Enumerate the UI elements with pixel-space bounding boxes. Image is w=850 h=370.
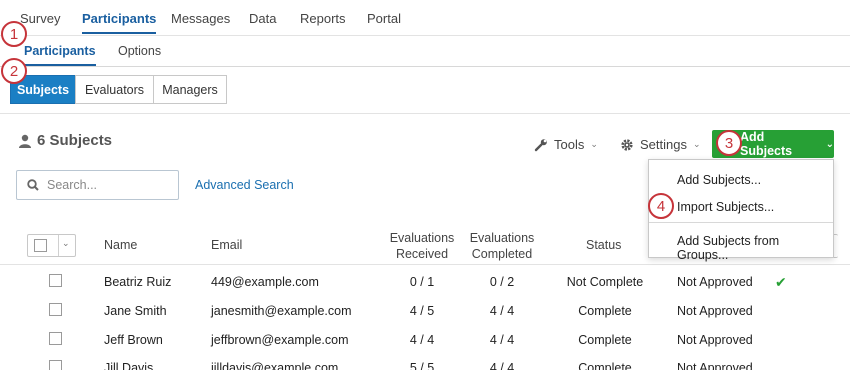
row-name[interactable]: Beatriz Ruiz [104, 275, 171, 289]
row-name[interactable]: Jane Smith [104, 304, 167, 318]
divider [0, 264, 850, 265]
row-approval: Not Approved [677, 361, 753, 370]
callout-1: 1 [1, 21, 27, 47]
callout-3: 3 [716, 130, 742, 156]
row-evaluations-completed: 4 / 4 [489, 333, 515, 347]
nav-portal[interactable]: Portal [367, 11, 401, 26]
select-all-checkbox[interactable] [34, 239, 47, 252]
add-subjects-menu: Add Subjects... Import Subjects... Add S… [648, 159, 834, 262]
row-email: 449@example.com [211, 275, 319, 289]
tools-label: Tools [554, 137, 585, 152]
nav-participants[interactable]: Participants [82, 11, 157, 34]
column-evaluations-completed-line2: Completed [471, 247, 533, 261]
chevron-down-icon: ⌄ [825, 138, 834, 150]
menu-item-add-subjects[interactable]: Add Subjects... [677, 173, 761, 187]
menu-divider [649, 222, 833, 223]
nav-data[interactable]: Data [249, 11, 276, 26]
segment-evaluators[interactable]: Evaluators [75, 75, 154, 104]
subject-count: 6 Subjects [18, 132, 112, 149]
row-checkbox[interactable] [49, 274, 62, 287]
row-evaluations-received: 5 / 5 [409, 361, 435, 370]
column-status[interactable]: Status [586, 238, 621, 252]
approve-check-icon[interactable]: ✔ [775, 274, 787, 291]
advanced-search-link[interactable]: Advanced Search [195, 178, 294, 192]
divider [58, 235, 59, 256]
gear-icon [621, 138, 633, 151]
row-checkbox[interactable] [49, 332, 62, 345]
menu-item-add-from-groups[interactable]: Add Subjects from Groups... [677, 234, 833, 262]
row-evaluations-completed: 4 / 4 [489, 304, 515, 318]
row-status: Complete [578, 333, 632, 347]
search-icon [27, 179, 39, 191]
column-evaluations-received-line2: Received [395, 247, 449, 261]
subnav-options[interactable]: Options [118, 44, 161, 58]
nav-survey[interactable]: Survey [20, 11, 60, 26]
row-evaluations-received: 4 / 5 [409, 304, 435, 318]
search-placeholder: Search... [47, 178, 98, 192]
person-icon [19, 134, 31, 148]
select-all-dropdown[interactable]: ⌄ [27, 234, 76, 257]
sub-nav: Participants Options [0, 36, 850, 67]
chevron-down-icon: ⌄ [692, 139, 701, 149]
column-evaluations-received-line1: Evaluations [389, 231, 455, 245]
wrench-icon [534, 138, 547, 151]
row-approval: Not Approved [677, 304, 753, 318]
row-evaluations-completed: 4 / 4 [489, 361, 515, 370]
column-evaluations-completed-line1: Evaluations [469, 231, 535, 245]
subnav-participants[interactable]: Participants [24, 44, 96, 66]
divider [0, 113, 850, 114]
row-status: Not Complete [566, 275, 644, 289]
tools-button[interactable]: Tools ⌄ [534, 137, 598, 152]
row-evaluations-completed: 0 / 2 [489, 275, 515, 289]
nav-messages[interactable]: Messages [171, 11, 230, 26]
callout-2: 2 [1, 58, 27, 84]
chevron-down-icon: ⌄ [62, 238, 70, 248]
column-email[interactable]: Email [211, 238, 242, 252]
subject-count-label: 6 Subjects [37, 132, 113, 149]
row-checkbox[interactable] [49, 360, 62, 370]
row-evaluations-received: 4 / 4 [409, 333, 435, 347]
segment-managers[interactable]: Managers [153, 75, 227, 104]
row-status: Complete [578, 361, 632, 370]
row-checkbox[interactable] [49, 303, 62, 316]
row-email: jilldavis@example.com [211, 361, 339, 370]
nav-reports[interactable]: Reports [300, 11, 346, 26]
row-name[interactable]: Jill Davis [104, 361, 153, 370]
row-status: Complete [578, 304, 632, 318]
settings-label: Settings [640, 137, 687, 152]
row-email: jeffbrown@example.com [211, 333, 349, 347]
column-evaluations-completed[interactable]: Evaluations Completed [462, 230, 542, 262]
row-approval: Not Approved [677, 275, 753, 289]
top-nav: Survey Participants Messages Data Report… [0, 0, 850, 36]
settings-button[interactable]: Settings ⌄ [620, 137, 701, 152]
row-email: janesmith@example.com [211, 304, 352, 318]
add-subjects-label: Add Subjects [740, 130, 793, 158]
row-name[interactable]: Jeff Brown [104, 333, 163, 347]
menu-item-import-subjects[interactable]: Import Subjects... [677, 200, 774, 214]
chevron-down-icon: ⌄ [590, 139, 598, 149]
row-approval: Not Approved [677, 333, 753, 347]
callout-4: 4 [648, 193, 674, 219]
column-evaluations-received[interactable]: Evaluations Received [382, 230, 462, 262]
column-name[interactable]: Name [104, 238, 137, 252]
search-input[interactable]: Search... [16, 170, 179, 200]
row-evaluations-received: 0 / 1 [409, 275, 435, 289]
